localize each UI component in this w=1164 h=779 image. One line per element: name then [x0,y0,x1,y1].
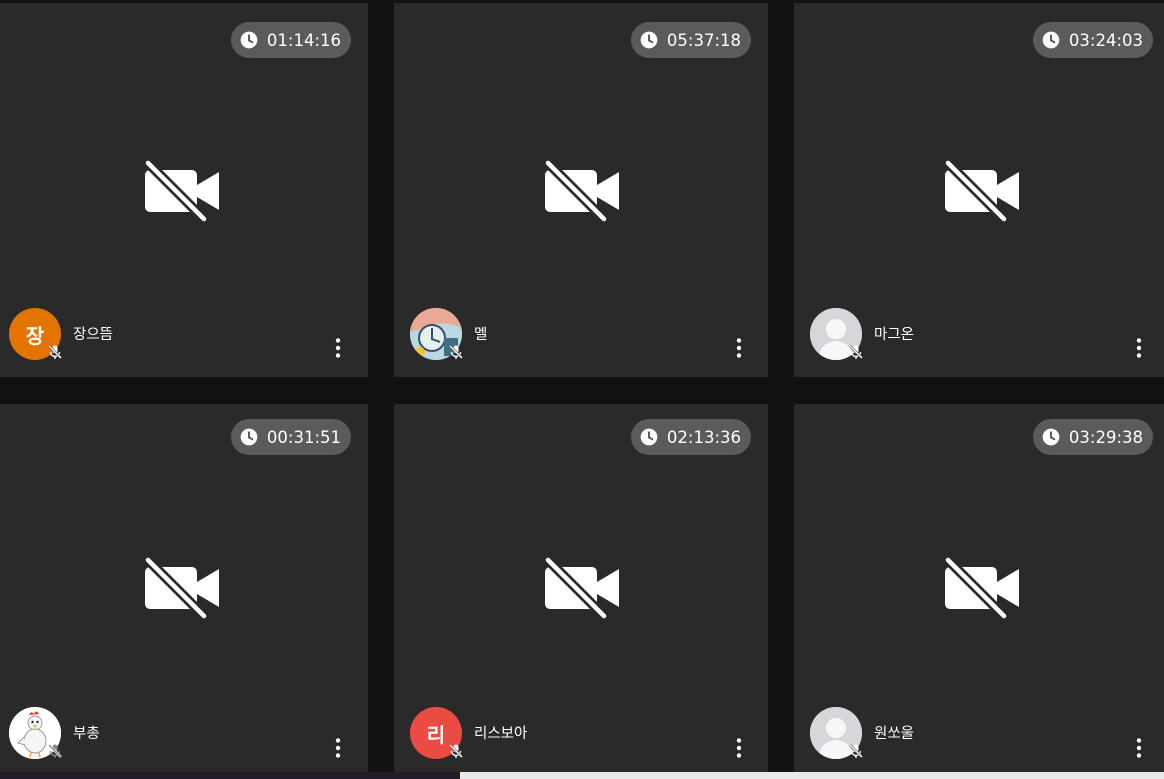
participant-name: 마그온 [874,326,915,343]
call-duration-text: 02:13:36 [666,427,741,447]
video-camera-off-icon [143,556,219,620]
avatar [410,308,463,360]
call-duration-text: 00:31:51 [266,427,341,447]
more-vert-icon[interactable] [734,737,744,759]
call-duration-text: 03:29:38 [1068,427,1143,447]
video-camera-off-icon [543,159,619,223]
clock-icon [240,31,258,49]
participant-name: 원쏘울 [874,725,915,742]
mic-off-icon [48,345,62,359]
participant-info: 마그온 [810,308,914,360]
participant-tile[interactable]: 03:29:38 원쏘울 [794,404,1164,772]
call-duration-badge: 03:24:03 [1032,22,1153,58]
participant-tile[interactable]: 02:13:36 리 리스보아 [394,404,768,772]
clock-icon [1042,428,1060,446]
participant-info: 부총 [9,707,100,759]
participant-tile[interactable]: 03:24:03 마그온 [794,3,1164,377]
video-camera-off-icon [943,159,1019,223]
clock-icon [640,31,658,49]
avatar: 리 [410,707,463,759]
participant-name: 멜 [474,326,488,343]
avatar [810,707,863,759]
more-vert-icon[interactable] [333,737,343,759]
participant-tile[interactable]: 01:14:16 장 장으뜸 [0,3,368,377]
call-duration-text: 01:14:16 [266,30,341,50]
video-camera-off-icon [143,159,219,223]
participant-info: 장 장으뜸 [9,308,113,360]
participant-name: 장으뜸 [73,326,114,343]
participant-info: 원쏘울 [810,707,914,759]
mic-off-icon [849,744,863,758]
call-duration-text: 05:37:18 [666,30,741,50]
participant-tile[interactable]: 00:31:51 부총 [0,404,368,772]
participant-info: 멜 [410,308,487,360]
mic-off-icon [449,345,463,359]
clock-icon [1042,31,1060,49]
clock-icon [240,428,258,446]
avatar [9,707,62,759]
video-camera-off-icon [943,556,1019,620]
more-vert-icon[interactable] [1134,337,1144,359]
call-duration-text: 03:24:03 [1068,30,1143,50]
participant-tile[interactable]: 05:37:18 멜 [394,3,768,377]
participant-name: 리스보아 [474,725,528,742]
video-camera-off-icon [543,556,619,620]
avatar: 장 [9,308,62,360]
more-vert-icon[interactable] [734,337,744,359]
background-window-strip [0,772,1164,779]
mic-off-icon [48,744,62,758]
participant-info: 리 리스보아 [410,707,527,759]
avatar-initial: 리 [426,722,446,747]
mic-off-icon [849,345,863,359]
video-grid: 01:14:16 장 장으뜸 05:37:18 멜 03:24:03 마그온 0… [0,0,1164,779]
mic-off-icon [449,744,463,758]
call-duration-badge: 05:37:18 [630,22,751,58]
call-duration-badge: 00:31:51 [230,419,351,455]
call-duration-badge: 01:14:16 [230,22,351,58]
clock-icon [640,428,658,446]
avatar-initial: 장 [25,323,45,348]
avatar [810,308,863,360]
more-vert-icon[interactable] [1134,737,1144,759]
call-duration-badge: 02:13:36 [630,419,751,455]
call-duration-badge: 03:29:38 [1032,419,1153,455]
more-vert-icon[interactable] [333,337,343,359]
participant-name: 부총 [73,725,100,742]
